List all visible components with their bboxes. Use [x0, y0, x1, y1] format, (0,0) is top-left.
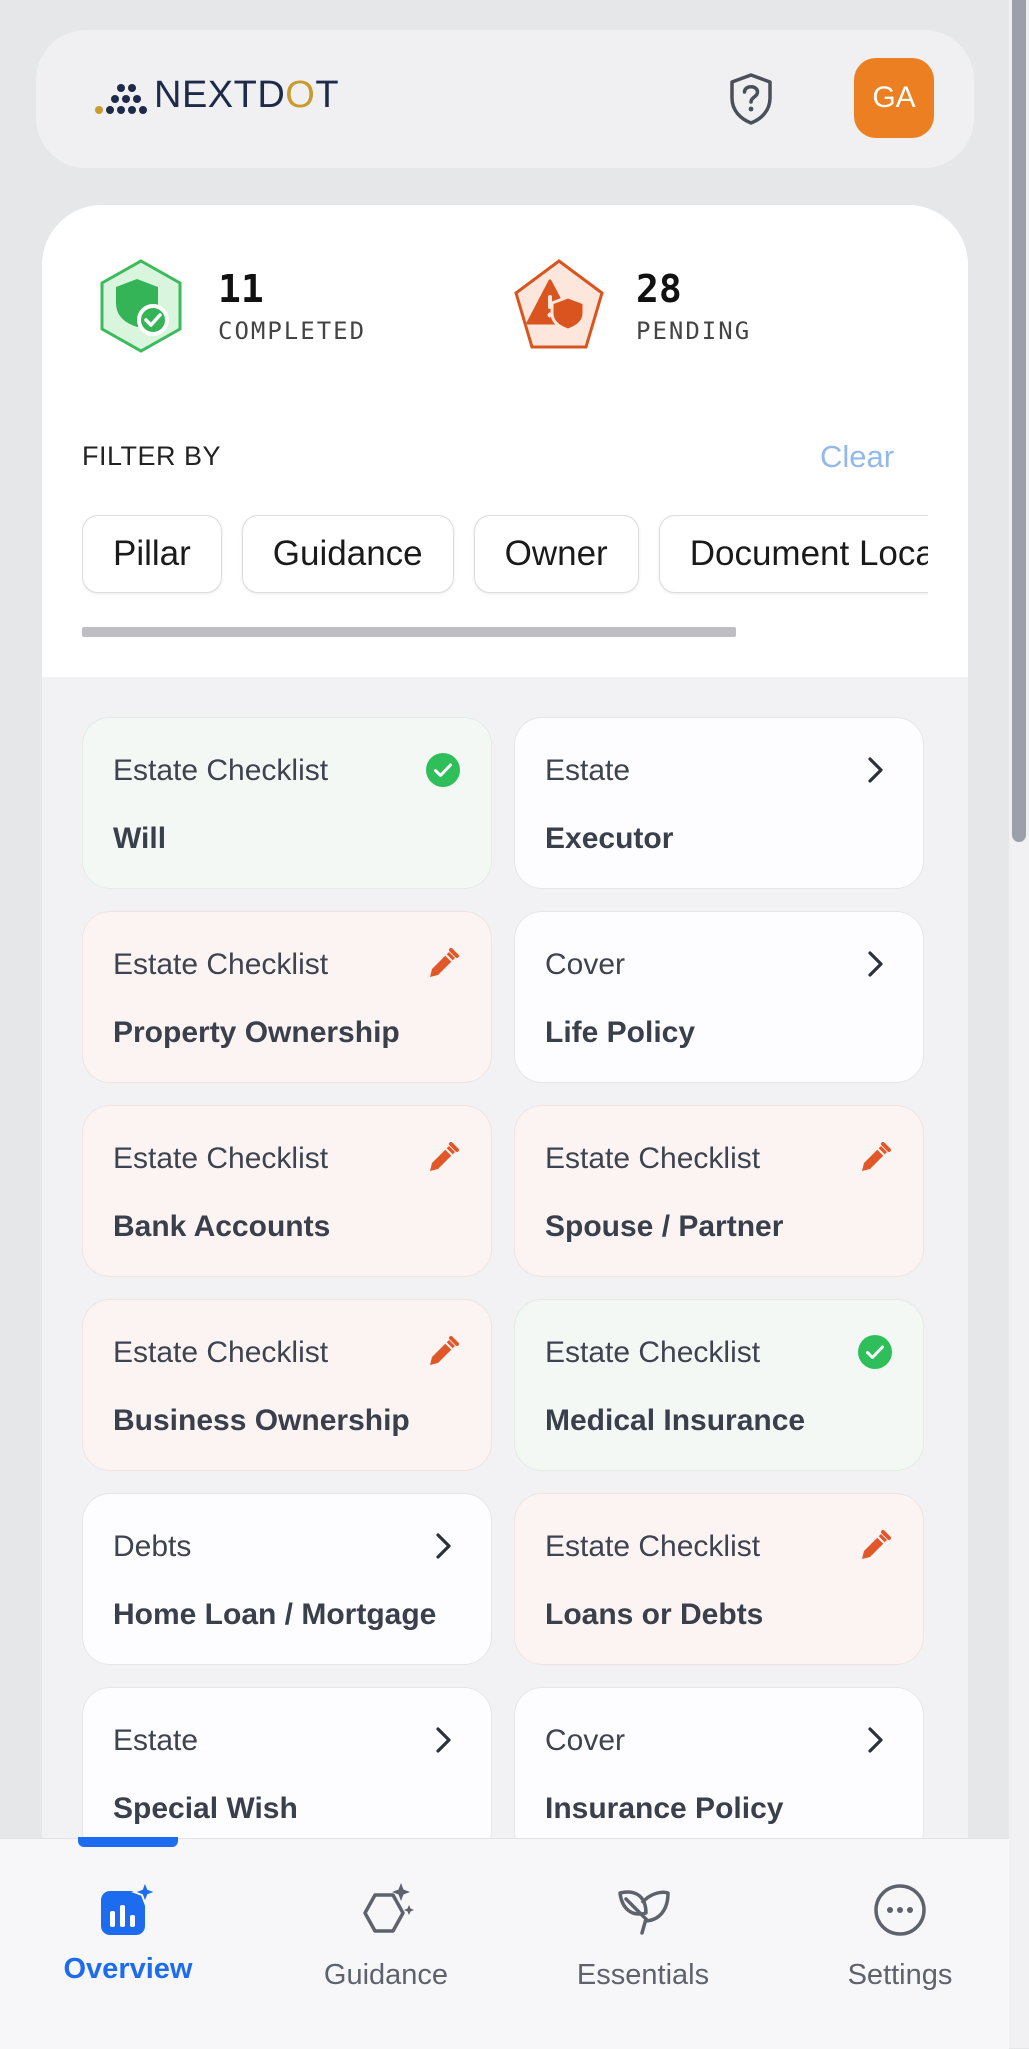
card-category: Estate — [113, 1724, 199, 1757]
checklist-card[interactable]: Estate Checklist Will — [82, 717, 492, 889]
card-title: Spouse / Partner — [545, 1210, 784, 1243]
card-category: Estate — [545, 754, 631, 787]
checklist-grid: Estate Checklist Will Estate Executor Estate… — [82, 717, 928, 1859]
card-title: Business Ownership — [113, 1404, 410, 1437]
help-button[interactable] — [722, 70, 780, 128]
pencil-icon — [857, 1140, 893, 1176]
completed-count: 11 — [218, 267, 264, 311]
card-category: Estate Checklist — [113, 948, 329, 981]
checklist-card[interactable]: Estate Checklist Medical Insurance — [514, 1299, 924, 1471]
brand-logo[interactable]: NEXTDOT — [94, 74, 339, 117]
card-title: Loans or Debts — [545, 1598, 764, 1631]
chips-fade — [928, 515, 968, 599]
card-category: Estate Checklist — [113, 754, 329, 787]
card-title: Executor — [545, 822, 674, 855]
main-panel: 11 COMPLETED 28 PENDING FILTER BY Clear … — [42, 205, 968, 1905]
chips-scrollbar[interactable] — [82, 627, 736, 637]
pending-count: 28 — [636, 267, 682, 311]
filter-chip-guidance[interactable]: Guidance — [241, 515, 454, 593]
filter-by-label: FILTER BY — [82, 441, 222, 471]
card-title: Property Ownership — [113, 1016, 400, 1049]
hexagon-sparkle-icon — [363, 1883, 414, 1933]
pending-label: PENDING — [636, 317, 752, 345]
card-title: Life Policy — [545, 1016, 696, 1049]
nav-label: Settings — [847, 1959, 953, 1991]
user-avatar[interactable]: GA — [854, 58, 934, 138]
completed-stat[interactable]: 11 COMPLETED — [92, 257, 366, 355]
chevron-right-icon[interactable] — [425, 1528, 461, 1564]
checklist-card[interactable]: Debts Home Loan / Mortgage — [82, 1493, 492, 1665]
checklist-card[interactable]: Estate Checklist Property Ownership — [82, 911, 492, 1083]
pencil-icon — [425, 1334, 461, 1370]
filter-chip-owner[interactable]: Owner — [473, 515, 639, 593]
nav-essentials[interactable]: Essentials — [523, 1879, 763, 1992]
summary-card: 11 COMPLETED 28 PENDING FILTER BY Clear … — [42, 205, 968, 677]
checklist-card[interactable]: Estate Checklist Spouse / Partner — [514, 1105, 924, 1277]
pencil-icon — [425, 1140, 461, 1176]
chart-sparkle-icon — [101, 1879, 159, 1935]
pencil-icon — [425, 946, 461, 982]
card-title: Medical Insurance — [545, 1404, 806, 1437]
checklist-card[interactable]: Cover Life Policy — [514, 911, 924, 1083]
logo-mark-icon — [95, 83, 147, 114]
nav-overview[interactable]: Overview — [8, 1879, 248, 1986]
nav-guidance[interactable]: Guidance — [266, 1879, 506, 1992]
card-category: Estate Checklist — [545, 1336, 761, 1369]
warning-shield-icon — [514, 259, 604, 349]
card-category: Estate Checklist — [113, 1142, 329, 1175]
card-category: Estate Checklist — [545, 1530, 761, 1563]
card-category: Debts — [113, 1530, 192, 1563]
page-scroll-thumb[interactable] — [1012, 0, 1026, 842]
checklist-card[interactable]: Estate Special Wish — [82, 1687, 492, 1859]
nav-label: Guidance — [323, 1959, 449, 1991]
shield-question-icon — [730, 73, 772, 125]
card-category: Cover — [545, 948, 626, 981]
bottom-nav: Overview Guidance Essentials Settings — [0, 1837, 1009, 2049]
card-title: Insurance Policy — [545, 1792, 784, 1825]
dots-circle-icon — [874, 1884, 926, 1936]
brand-name: NEXTDOT — [154, 74, 340, 116]
checklist-card[interactable]: Estate Checklist Loans or Debts — [514, 1493, 924, 1665]
nav-label: Essentials — [576, 1959, 710, 1991]
chevron-right-icon[interactable] — [857, 752, 893, 788]
leaf-icon — [618, 1890, 670, 1935]
chevron-right-icon[interactable] — [857, 1722, 893, 1758]
nav-settings[interactable]: Settings — [780, 1879, 1020, 1992]
filter-chips: Pillar Guidance Owner Document Location — [82, 515, 968, 599]
card-title: Special Wish — [113, 1792, 298, 1825]
shield-check-icon — [100, 259, 182, 353]
check-circle-icon — [425, 752, 461, 788]
pending-stat[interactable]: 28 PENDING — [510, 257, 751, 355]
app-header: NEXTDOT GA — [36, 30, 974, 168]
clear-filters-button[interactable]: Clear — [820, 439, 894, 475]
chevron-right-icon[interactable] — [425, 1722, 461, 1758]
pencil-icon — [857, 1528, 893, 1564]
checklist-card[interactable]: Estate Executor — [514, 717, 924, 889]
card-title: Will — [113, 822, 167, 855]
card-category: Estate Checklist — [545, 1142, 761, 1175]
card-category: Cover — [545, 1724, 626, 1757]
filter-chip-pillar[interactable]: Pillar — [82, 515, 222, 593]
filter-chip-document-location[interactable]: Document Location — [658, 515, 968, 593]
checklist-card[interactable]: Cover Insurance Policy — [514, 1687, 924, 1859]
checklist-card[interactable]: Estate Checklist Business Ownership — [82, 1299, 492, 1471]
checklist-card[interactable]: Estate Checklist Bank Accounts — [82, 1105, 492, 1277]
card-title: Home Loan / Mortgage — [113, 1598, 437, 1631]
chevron-right-icon[interactable] — [857, 946, 893, 982]
card-category: Estate Checklist — [113, 1336, 329, 1369]
check-circle-icon — [857, 1334, 893, 1370]
card-title: Bank Accounts — [113, 1210, 331, 1243]
completed-label: COMPLETED — [218, 317, 367, 345]
active-tab-indicator — [78, 1837, 178, 1847]
page-scrollbar[interactable] — [1009, 0, 1029, 2048]
nav-label: Overview — [63, 1953, 193, 1985]
